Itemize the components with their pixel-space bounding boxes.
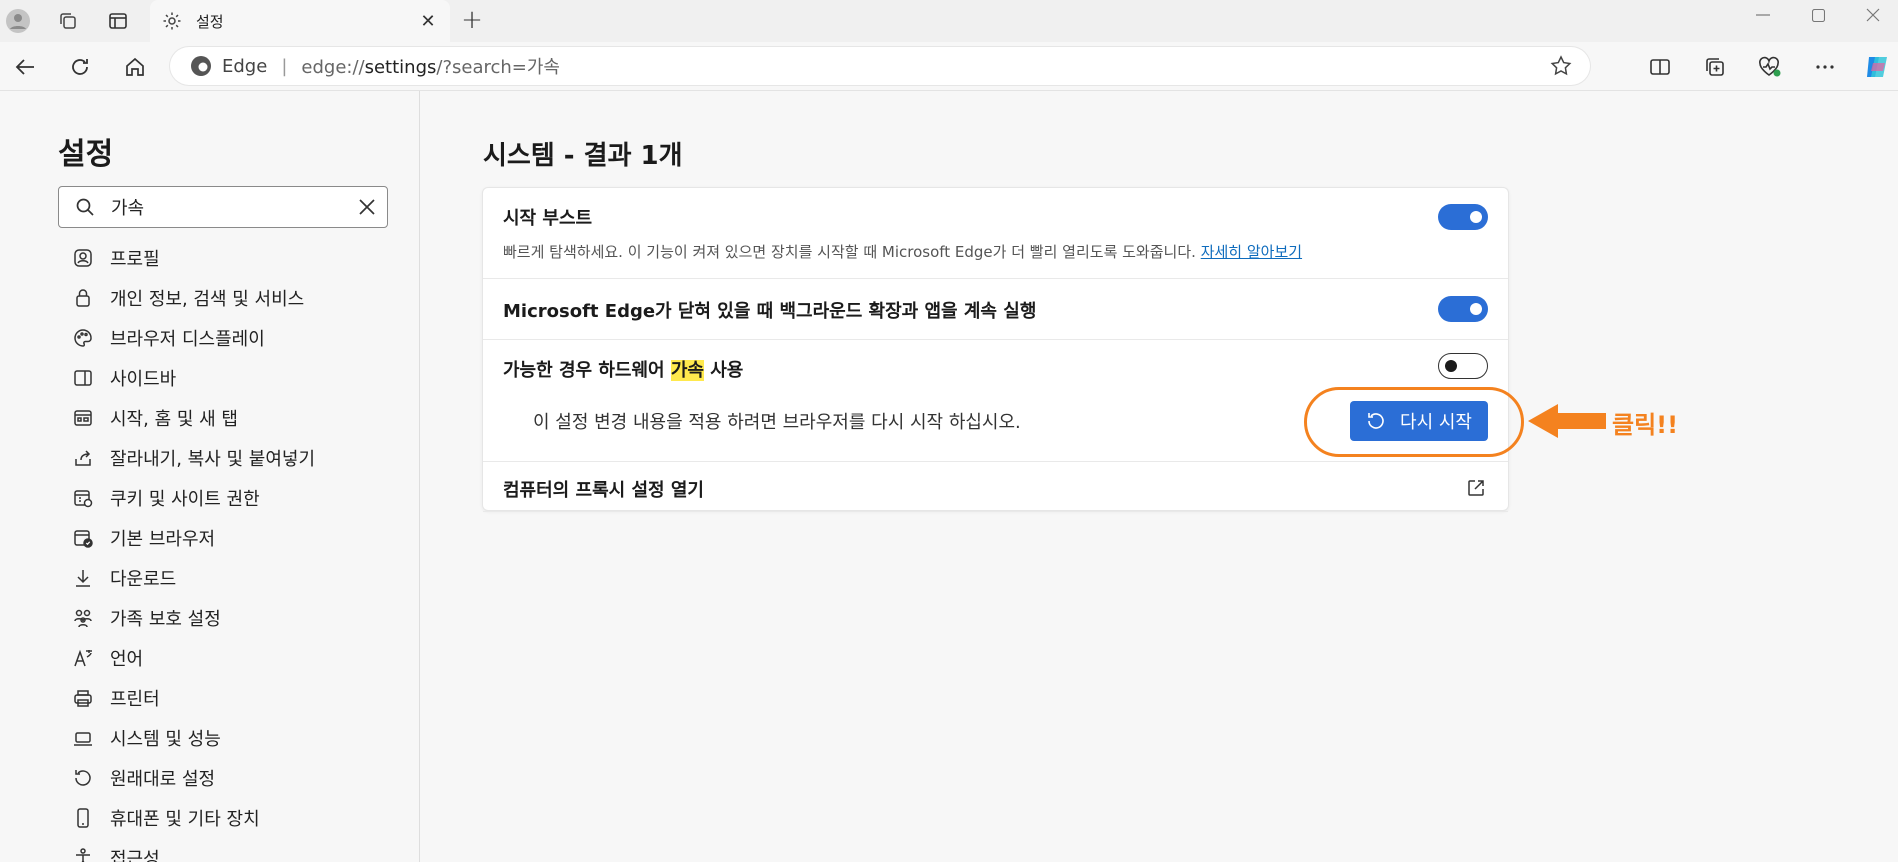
palette-icon <box>74 329 92 347</box>
hardware-acceleration-toggle[interactable] <box>1438 353 1488 379</box>
sidebar-item-family[interactable]: 가족 보호 설정 <box>72 598 315 638</box>
sidebar-item-languages[interactable]: 언어 <box>72 638 315 678</box>
external-link-icon[interactable] <box>1466 478 1486 502</box>
home-tabs-icon <box>74 410 92 426</box>
new-tab-button[interactable]: + <box>457 6 487 36</box>
profile-icon <box>74 249 92 267</box>
sidebar-item-printers[interactable]: 프린터 <box>72 678 315 718</box>
sidebar-item-profile[interactable]: 프로필 <box>72 238 315 278</box>
phone-icon <box>77 808 89 828</box>
lock-icon <box>76 289 90 307</box>
refresh-button[interactable] <box>65 52 95 82</box>
sidebar-item-privacy[interactable]: 개인 정보, 검색 및 서비스 <box>72 278 315 318</box>
sidebar-item-start-home[interactable]: 시작, 홈 및 새 탭 <box>72 398 315 438</box>
sidebar-item-default-browser[interactable]: 기본 브라우저 <box>72 518 315 558</box>
minimize-button[interactable] <box>1738 0 1788 30</box>
setting-row-background-extensions: Microsoft Edge가 닫혀 있을 때 백그라운드 확장과 앱을 계속 … <box>483 279 1508 340</box>
browser-essentials-icon[interactable] <box>1755 52 1785 82</box>
default-browser-icon <box>74 530 93 548</box>
family-icon <box>74 609 92 628</box>
search-input[interactable] <box>111 196 331 218</box>
annotation-highlight-oval <box>1304 387 1524 457</box>
gear-icon <box>163 12 181 30</box>
language-icon <box>74 649 92 667</box>
favorite-star-icon[interactable] <box>1550 55 1572 81</box>
background-extensions-label: Microsoft Edge가 닫혀 있을 때 백그라운드 확장과 앱을 계속 … <box>503 301 1037 322</box>
edge-brand-label: Edge <box>222 55 268 77</box>
tab-settings[interactable]: 설정 ✕ <box>150 0 450 42</box>
sidebar-item-share-copy-paste[interactable]: 잘라내기, 복사 및 붙여넣기 <box>72 438 315 478</box>
maximize-button[interactable] <box>1793 0 1843 30</box>
system-settings-card: 시작 부스트 빠르게 탐색하세요. 이 기능이 켜져 있으면 장치를 시작할 때… <box>482 187 1509 512</box>
reset-icon <box>75 770 91 786</box>
address-bar[interactable]: Edge | edge://settings/?search=가속 <box>170 47 1590 85</box>
share-icon <box>75 450 91 466</box>
learn-more-link[interactable]: 자세히 알아보기 <box>1201 243 1302 261</box>
clear-search-icon[interactable] <box>357 197 377 221</box>
address-separator: | <box>281 55 288 77</box>
settings-nav-list: 프로필 개인 정보, 검색 및 서비스 브라우저 디스플레이 사이드바 시작, … <box>72 238 315 862</box>
sidebar-item-downloads[interactable]: 다운로드 <box>72 558 315 598</box>
split-screen-icon[interactable] <box>1645 52 1675 82</box>
url-text[interactable]: edge://settings/?search=가속 <box>301 53 560 79</box>
settings-title: 설정 <box>58 137 114 172</box>
accessibility-icon <box>76 848 90 862</box>
sidebar-item-cookies[interactable]: 쿠키 및 사이트 권한 <box>72 478 315 518</box>
sidebar-item-reset-settings[interactable]: 원래대로 설정 <box>72 758 315 798</box>
navigation-bar: Edge | edge://settings/?search=가속 <box>0 42 1898 90</box>
startup-boost-label: 시작 부스트 <box>503 208 593 229</box>
collections-icon[interactable] <box>1700 52 1730 82</box>
startup-boost-toggle[interactable] <box>1438 204 1488 230</box>
sidebar-item-appearance[interactable]: 브라우저 디스플레이 <box>72 318 315 358</box>
arrow-left-icon <box>15 59 34 75</box>
edge-logo-icon <box>191 56 211 76</box>
home-button[interactable] <box>120 52 150 82</box>
background-extensions-toggle[interactable] <box>1438 296 1488 322</box>
close-window-button[interactable] <box>1848 0 1898 30</box>
setting-row-startup-boost: 시작 부스트 빠르게 탐색하세요. 이 기능이 켜져 있으면 장치를 시작할 때… <box>483 188 1508 279</box>
proxy-settings-label: 컴퓨터의 프록시 설정 열기 <box>503 480 704 501</box>
restart-message: 이 설정 변경 내용을 적용 하려면 브라우저를 다시 시작 하십시오. <box>533 412 1021 433</box>
profile-avatar-icon[interactable] <box>5 8 31 34</box>
annotation-click-label: 클릭!! <box>1612 411 1679 439</box>
startup-boost-description: 빠르게 탐색하세요. 이 기능이 켜져 있으면 장치를 시작할 때 Micros… <box>503 243 1303 261</box>
sidebar-item-sidebar[interactable]: 사이드바 <box>72 358 315 398</box>
search-highlight: 가속 <box>670 360 704 381</box>
tab-title: 설정 <box>196 12 224 31</box>
hardware-acceleration-label: 가능한 경우 하드웨어 가속 사용 <box>503 360 744 381</box>
copilot-icon[interactable] <box>1862 52 1892 82</box>
download-icon <box>76 570 90 587</box>
search-icon <box>76 198 94 216</box>
workspaces-icon[interactable] <box>55 8 81 34</box>
settings-sidebar: 설정 프로필 개인 정보, 검색 및 서비스 브라우저 디스플레이 사이드바 시… <box>0 91 420 862</box>
back-button[interactable] <box>10 52 40 82</box>
tab-close-icon[interactable]: ✕ <box>418 11 438 32</box>
sidebar-item-accessibility[interactable]: 접근성 <box>72 838 315 862</box>
sidebar-icon <box>74 370 92 386</box>
sidebar-item-system-performance[interactable]: 시스템 및 성능 <box>72 718 315 758</box>
results-heading: 시스템 - 결과 1개 <box>483 141 683 171</box>
setting-row-proxy[interactable]: 컴퓨터의 프록시 설정 열기 <box>483 462 1508 512</box>
cookie-icon <box>74 490 93 508</box>
vertical-tabs-icon[interactable] <box>105 8 131 34</box>
refresh-icon <box>72 59 88 75</box>
more-options-icon[interactable] <box>1810 52 1840 82</box>
settings-search-box[interactable] <box>58 186 388 228</box>
annotation-arrow-icon <box>1528 404 1606 438</box>
printer-icon <box>74 690 92 707</box>
title-bar: 설정 ✕ + <box>0 0 1898 42</box>
sidebar-item-phone-devices[interactable]: 휴대폰 및 기타 장치 <box>72 798 315 838</box>
home-icon <box>126 57 144 76</box>
laptop-icon <box>74 732 92 746</box>
